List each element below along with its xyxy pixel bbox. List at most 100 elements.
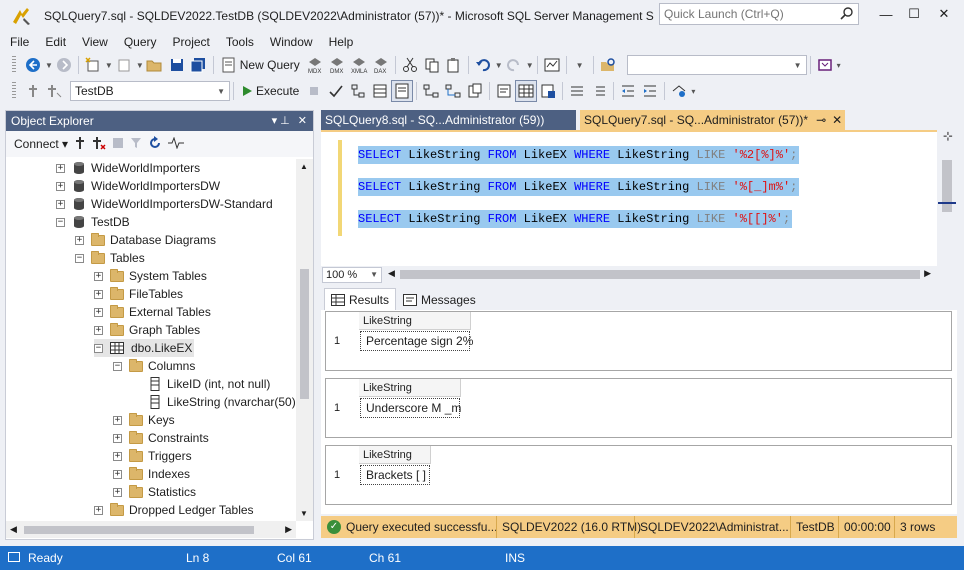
tree-node[interactable]: + FileTables [94,285,183,303]
back-icon[interactable] [22,54,44,76]
results-to-text-icon[interactable] [493,80,515,102]
tree-node[interactable]: + WideWorldImportersDW-Standard [56,195,273,213]
object-explorer-horizontal-scrollbar[interactable]: ◀ ▶ [6,521,296,538]
filter-icon[interactable] [130,137,142,152]
tree-node[interactable]: LikeString (nvarchar(50), [132,393,296,411]
customize-toolbar2-icon[interactable]: ▾ [691,87,695,96]
object-explorer-vertical-scrollbar[interactable]: ▲ ▼ [296,159,313,521]
menu-view[interactable]: View [74,32,116,52]
scroll-right-icon[interactable]: ▶ [285,524,292,535]
include-actual-plan-icon[interactable] [420,80,442,102]
expand-icon[interactable]: + [56,163,65,173]
grid-row-number[interactable]: 1 [326,465,359,485]
xmla-query-icon[interactable]: XMLA [348,54,370,76]
expand-icon[interactable]: + [94,307,103,317]
stop-icon[interactable] [112,137,124,152]
tab-sqlquery7[interactable]: SQLQuery7.sql - SQ...Administrator (57))… [580,110,845,130]
add-item-icon[interactable] [113,54,135,76]
paste-icon[interactable] [443,54,465,76]
grid-column-header[interactable]: LikeString [359,379,461,397]
expand-icon[interactable]: + [75,235,84,245]
expand-icon[interactable]: + [56,181,65,191]
menu-query[interactable]: Query [116,32,165,52]
tree-node[interactable]: + Dropped Ledger Tables [94,501,254,519]
connect-icon[interactable] [74,136,86,153]
solution-explorer-icon[interactable] [814,54,836,76]
expand-icon[interactable]: + [113,415,122,425]
tree-node[interactable]: − dbo.LikeEX [94,339,195,357]
tree-node[interactable]: + WideWorldImportersDW [56,177,220,195]
tree-node[interactable]: − TestDB [56,213,130,231]
mdx-query-icon[interactable]: MDX [304,54,326,76]
toolbar-grip[interactable] [12,82,16,100]
scroll-right-icon[interactable]: ▶ [924,268,931,279]
menu-help[interactable]: Help [321,32,362,52]
new-project-dropdown-icon[interactable]: ▼ [105,61,113,70]
tab-sqlquery8[interactable]: SQLQuery8.sql - SQ...Administrator (59)) [321,110,576,130]
close-panel-icon[interactable]: ✕ [298,114,307,127]
solution-config-dropdown-icon[interactable]: ▼ [576,61,584,70]
expand-icon[interactable]: + [94,271,103,281]
expand-icon[interactable]: + [113,433,122,443]
redo-dropdown-icon[interactable]: ▼ [526,61,534,70]
connect-icon[interactable] [22,80,44,102]
scroll-thumb[interactable] [24,526,254,534]
tree-node[interactable]: + WideWorldImporters [56,159,200,177]
collapse-icon[interactable]: − [56,217,65,227]
change-connection-icon[interactable] [44,80,66,102]
find-combo[interactable]: ▼ [626,55,807,75]
result-grid[interactable]: LikeString 1 Percentage sign 2% [325,311,952,371]
query-options-icon[interactable] [391,80,414,102]
editor-horizontal-scrollbar[interactable]: ◀ ▶ [386,266,937,283]
quick-launch-input[interactable] [660,4,830,24]
code-line[interactable]: SELECT LikeString FROM LikeEX WHERE Like… [358,178,800,196]
scroll-down-icon[interactable]: ▼ [300,509,308,518]
scroll-thumb[interactable] [300,269,309,399]
tree-node[interactable]: + System Tables [94,267,207,285]
menu-project[interactable]: Project [165,32,218,52]
new-query-button[interactable]: New Query [217,54,304,76]
cancel-query-icon[interactable] [303,80,325,102]
scroll-left-icon[interactable]: ◀ [10,524,17,535]
menu-file[interactable]: File [2,32,37,52]
scroll-left-icon[interactable]: ◀ [388,268,395,279]
split-editor-icon[interactable]: ⊹ [941,130,955,144]
activity-monitor-icon[interactable] [541,54,563,76]
grid-column-header[interactable]: LikeString [359,312,471,330]
tab-results[interactable]: Results [324,288,397,310]
quick-launch-box[interactable] [659,3,859,25]
grid-cell[interactable]: Underscore M _m [360,398,461,418]
expand-icon[interactable]: + [56,199,65,209]
collapse-icon[interactable]: − [75,253,84,263]
expand-icon[interactable]: + [94,289,103,299]
uncomment-icon[interactable] [588,80,610,102]
grid-row-number[interactable]: 1 [326,331,359,351]
code-line[interactable]: SELECT LikeString FROM LikeEX WHERE Like… [358,210,793,228]
undo-dropdown-icon[interactable]: ▼ [495,61,503,70]
cut-icon[interactable] [399,54,421,76]
decrease-indent-icon[interactable] [617,80,639,102]
expand-icon[interactable]: + [94,325,103,335]
forward-icon[interactable] [53,54,75,76]
back-dropdown-icon[interactable]: ▼ [45,61,53,70]
collapse-icon[interactable]: − [94,343,103,353]
find-in-files-icon[interactable] [597,54,619,76]
tree-node[interactable]: LikeID (int, not null) [132,375,270,393]
dax-query-icon[interactable]: DAX [370,54,392,76]
query-editor[interactable]: SELECT LikeString FROM LikeEX WHERE Like… [321,132,937,266]
add-item-dropdown-icon[interactable]: ▼ [136,61,144,70]
editor-vertical-scrollbar[interactable] [937,128,957,266]
dmx-query-icon[interactable]: DMX [326,54,348,76]
menu-tools[interactable]: Tools [218,32,262,52]
minimize-button[interactable]: — [872,4,900,24]
zoom-combo[interactable]: 100 % ▼ [322,266,382,283]
tab-messages[interactable]: Messages [396,288,483,310]
expand-icon[interactable]: + [113,487,122,497]
open-file-icon[interactable] [144,54,166,76]
result-grid[interactable]: LikeString 1 Underscore M _m [325,378,952,438]
connect-dropdown[interactable]: Connect ▾ [14,137,68,151]
activity-monitor-icon[interactable] [168,135,185,152]
maximize-button[interactable]: ☐ [900,4,928,24]
grid-column-header[interactable]: LikeString [359,446,431,464]
disconnect-icon[interactable] [92,136,106,153]
